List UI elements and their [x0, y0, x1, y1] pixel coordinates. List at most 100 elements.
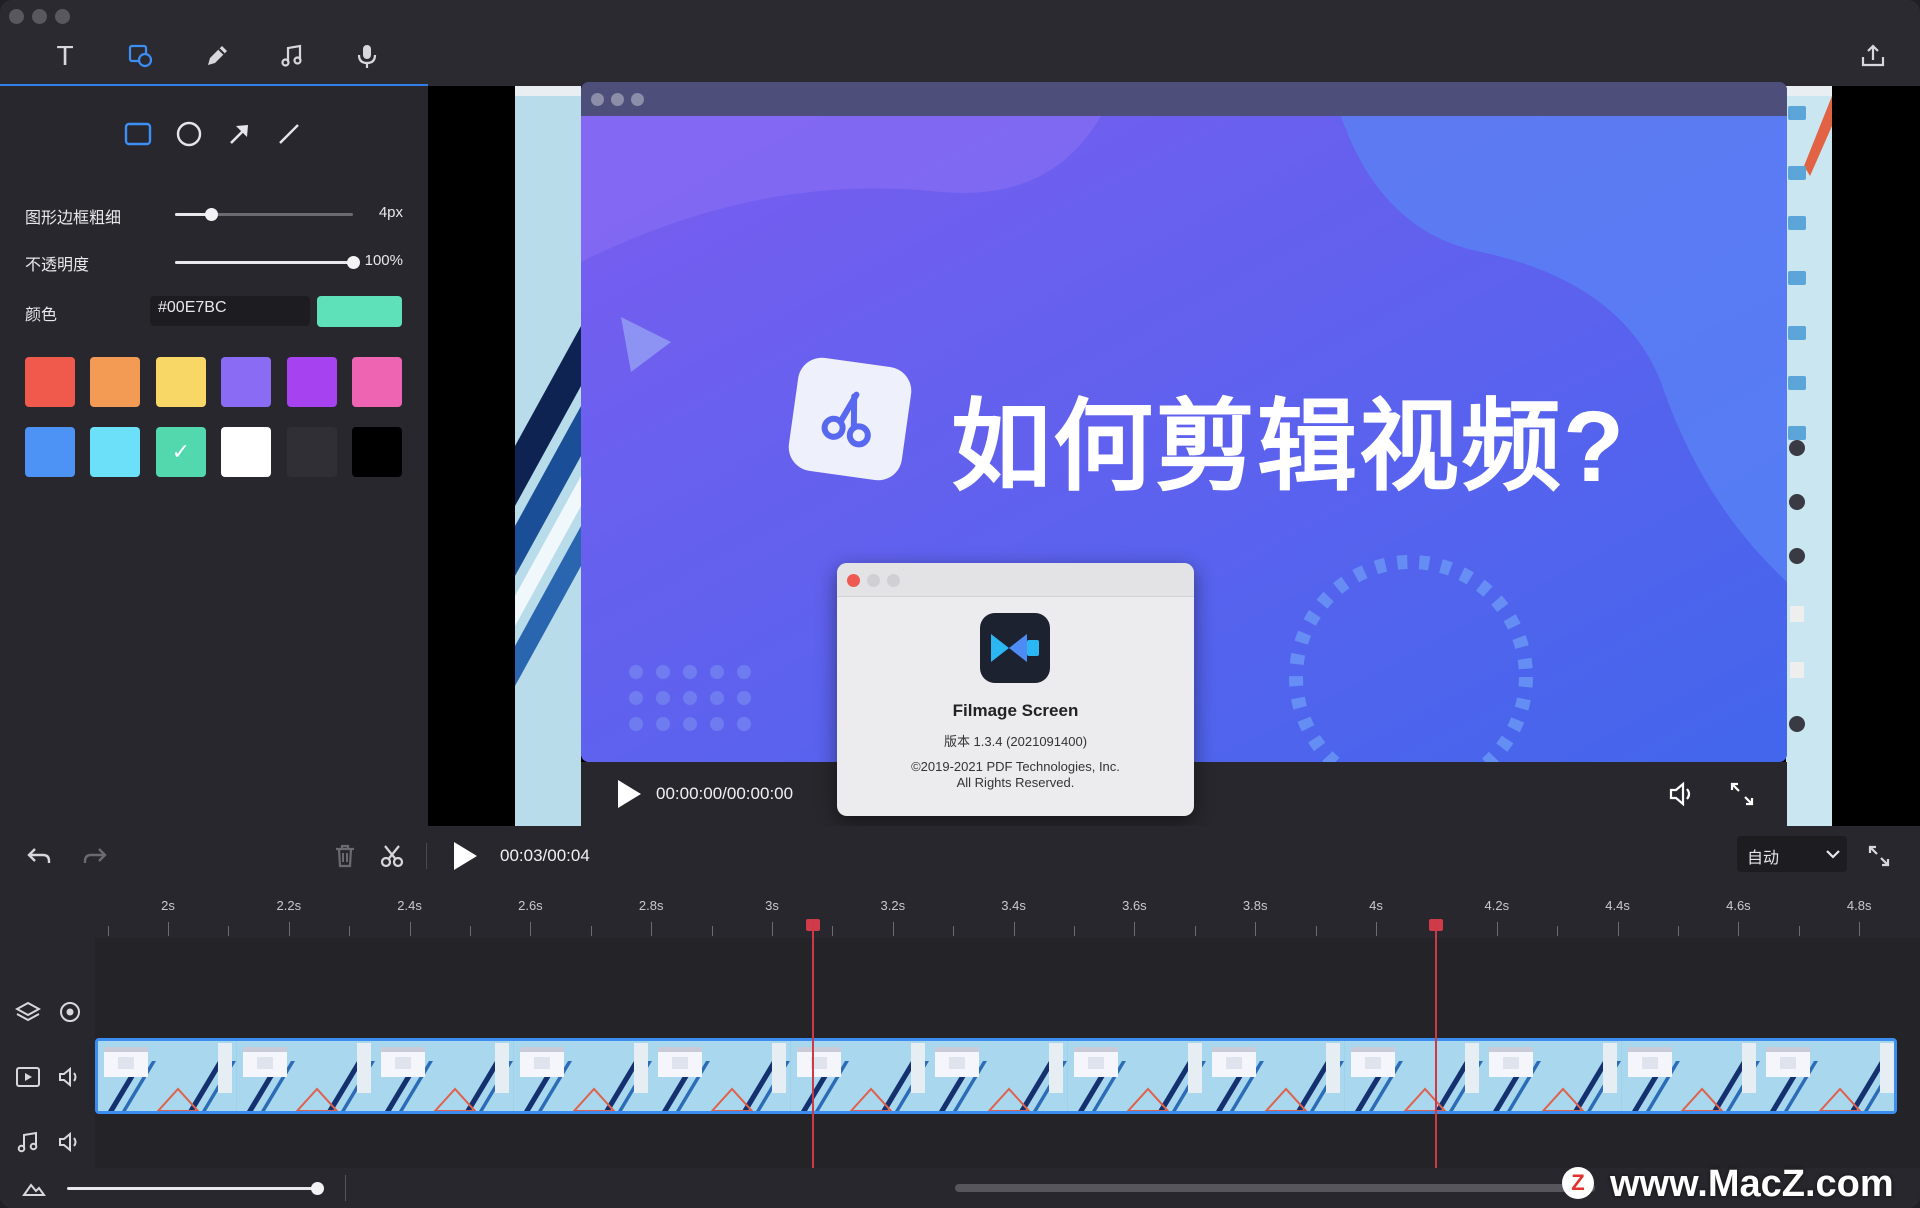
ruler-tick [1738, 922, 1740, 936]
border-width-thumb[interactable] [205, 208, 218, 221]
ruler-tick [107, 926, 109, 936]
color-swatch[interactable] [90, 427, 141, 477]
ruler-tick [590, 926, 592, 936]
minimize-window-button[interactable] [32, 9, 47, 24]
watermark-logo: Z [1562, 1167, 1594, 1199]
clip-thumbnail [236, 1041, 375, 1111]
timeline-expand-button[interactable] [1864, 841, 1894, 871]
eye-icon [60, 1002, 80, 1022]
ruler-tick-label: 2.6s [518, 898, 543, 913]
zoom-slider[interactable] [67, 1187, 319, 1190]
color-swatch[interactable] [221, 427, 272, 477]
circle-shape-button[interactable] [169, 114, 209, 154]
color-swatch[interactable] [352, 427, 402, 477]
color-swatch[interactable] [25, 427, 75, 477]
zoom-divider [345, 1175, 346, 1201]
ruler-tick-label: 3.6s [1122, 898, 1147, 913]
ruler-tick [1859, 922, 1861, 936]
color-swatch[interactable] [352, 357, 402, 407]
opacity-label: 不透明度 [25, 257, 90, 274]
ruler-tick-label: 4.6s [1726, 898, 1751, 913]
color-swatch[interactable]: ✓ [155, 427, 206, 477]
color-swatch[interactable] [286, 357, 337, 407]
about-version: 版本 1.3.4 (2021091400) [943, 734, 1088, 749]
about-close-button[interactable] [847, 574, 860, 587]
ruler-tick-label: 2s [161, 898, 175, 913]
about-copyright-line1: ©2019-2021 PDF Technologies, Inc. [911, 759, 1120, 774]
ruler-tick [1798, 926, 1800, 936]
video-track-button[interactable] [13, 1062, 43, 1092]
video-clip[interactable] [95, 1038, 1897, 1114]
chevron-down-icon [1826, 850, 1840, 859]
music-tool-button[interactable] [270, 34, 314, 78]
cut-button[interactable] [377, 841, 407, 871]
color-preview[interactable] [317, 296, 402, 327]
desktop-background-left [515, 86, 581, 826]
color-swatch[interactable] [90, 357, 141, 407]
zoom-slider-thumb[interactable] [311, 1182, 324, 1195]
audio-track-button[interactable] [13, 1127, 43, 1157]
video-track-icon [16, 1067, 40, 1087]
ruler-tick [953, 926, 955, 936]
arrow-shape-button[interactable] [219, 114, 259, 154]
zoom-mountain-button[interactable] [20, 1176, 48, 1200]
layer-visibility-button[interactable] [55, 997, 85, 1027]
play-icon [618, 780, 641, 808]
expand-icon [1730, 782, 1754, 806]
timeline-play-button[interactable] [448, 839, 482, 873]
border-width-label: 图形边框粗细 [25, 210, 122, 227]
clip-thumbnail [1206, 1041, 1344, 1111]
circle-icon [176, 121, 202, 147]
zoom-window-button[interactable] [55, 9, 70, 24]
border-width-value: 4px [378, 204, 403, 221]
checkmark-icon: ✓ [171, 439, 191, 464]
playhead[interactable] [812, 922, 814, 1168]
clip-thumbnail [929, 1041, 1067, 1111]
volume-button[interactable] [1667, 778, 1699, 810]
end-marker[interactable] [1435, 922, 1437, 1168]
timeline-scrollbar[interactable] [955, 1184, 1595, 1192]
rectangle-icon [124, 122, 152, 146]
microphone-tool-button[interactable] [345, 34, 389, 78]
close-window-button[interactable] [9, 9, 24, 24]
redo-button[interactable] [80, 841, 110, 871]
ruler-tick [711, 926, 713, 936]
clip-thumbnail [1760, 1041, 1894, 1111]
color-swatch[interactable] [155, 357, 206, 407]
quality-select[interactable]: 自动 [1737, 836, 1847, 872]
color-swatch[interactable] [221, 357, 272, 407]
ruler-tick-label: 3.4s [1001, 898, 1026, 913]
mountain-icon [22, 1183, 46, 1196]
color-swatch[interactable] [286, 427, 337, 477]
rectangle-shape-button[interactable] [118, 114, 158, 154]
video-track-volume-button[interactable] [55, 1062, 85, 1092]
speaker-icon [59, 1066, 77, 1088]
scissors-logo-icon [785, 354, 915, 484]
line-shape-button[interactable] [269, 114, 309, 154]
color-swatch[interactable] [25, 357, 75, 407]
delete-button[interactable] [330, 841, 360, 871]
preview-play-button[interactable] [613, 778, 645, 810]
color-label: 颜色 [25, 307, 58, 324]
ruler-tick-label: 2.8s [638, 898, 664, 913]
audio-track-volume-button[interactable] [55, 1127, 85, 1157]
ruler-tick-label: 3.2s [880, 898, 906, 913]
clip-thumbnail [98, 1041, 236, 1111]
ruler-tick [349, 926, 351, 936]
layers-track-button[interactable] [13, 997, 43, 1027]
ruler-tick-label: 3.8s [1242, 898, 1268, 913]
ruler-tick [1496, 922, 1498, 936]
ruler-tick-label: 4.2s [1484, 898, 1510, 913]
pen-tool-button[interactable] [195, 34, 239, 78]
undo-button[interactable] [24, 841, 54, 871]
ruler-tick [168, 922, 169, 936]
color-hex-input[interactable]: #00E7BC [150, 296, 310, 326]
microphone-icon [357, 45, 377, 68]
text-tool-button[interactable]: T [43, 34, 87, 78]
shape-tool-button[interactable] [119, 34, 163, 78]
fullscreen-button[interactable] [1726, 778, 1758, 810]
ruler-tick [1678, 926, 1679, 936]
export-button[interactable] [1851, 34, 1895, 78]
app-window: T 图形边框粗细 4px 不透明度 100% 颜色 #00E7BC ✓ 如何剪辑… [0, 0, 1920, 1208]
opacity-value: 100% [364, 252, 403, 269]
